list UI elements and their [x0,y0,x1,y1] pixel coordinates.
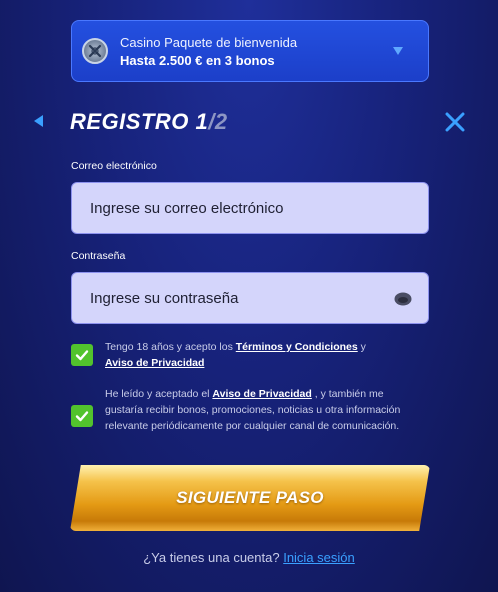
chevron-down-icon[interactable] [393,47,403,55]
login-link[interactable]: Inicia sesión [283,550,355,565]
consent-text: Tengo 18 años y acepto los [105,341,236,353]
email-field[interactable]: Ingrese su correo electrónico [71,182,429,234]
bonus-title: Casino Paquete de bienvenida [120,34,298,50]
password-placeholder: Ingrese su contraseña [90,289,239,307]
bonus-amount: Hasta 2.500 € en 3 bonos [120,52,275,68]
age-terms-text: Tengo 18 años y acepto los Términos y Co… [105,339,405,371]
password-field[interactable]: Ingrese su contraseña [71,272,429,324]
consent-text: y [357,341,366,353]
title-total: /2 [208,109,228,134]
terms-link[interactable]: Términos y Condiciones [236,341,358,353]
check-icon [75,350,89,361]
check-icon [75,411,89,422]
eye-icon[interactable] [394,292,412,306]
next-step-button[interactable]: SIGUIENTE PASO [70,465,430,531]
welcome-bonus-selector[interactable]: Casino Paquete de bienvenida Hasta 2.500… [71,20,429,82]
close-icon[interactable] [444,111,466,133]
marketing-consent-checkbox[interactable] [71,405,93,427]
back-arrow-icon[interactable] [34,115,43,127]
email-label: Correo electrónico [71,160,157,172]
marketing-consent-text: He leído y aceptado el Aviso de Privacid… [105,386,405,434]
casino-chip-icon [82,38,108,64]
login-question: ¿Ya tienes una cuenta? [143,550,284,565]
password-label: Contraseña [71,250,126,262]
age-terms-checkbox[interactable] [71,344,93,366]
next-step-label: SIGUIENTE PASO [176,488,324,507]
login-prompt: ¿Ya tienes una cuenta? Inicia sesión [0,550,498,565]
privacy-link[interactable]: Aviso de Privacidad [212,388,311,400]
email-placeholder: Ingrese su correo electrónico [90,199,284,217]
privacy-link[interactable]: Aviso de Privacidad [105,357,204,369]
title-step: REGISTRO 1 [70,109,209,134]
page-title: REGISTRO 1/2 [70,109,228,135]
consent-text: He leído y aceptado el [105,388,213,400]
